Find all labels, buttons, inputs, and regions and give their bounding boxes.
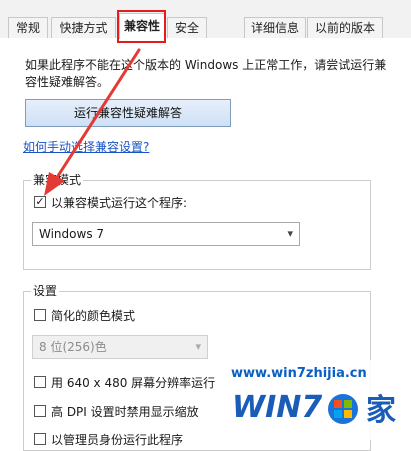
annotation-arrow bbox=[44, 48, 141, 196]
